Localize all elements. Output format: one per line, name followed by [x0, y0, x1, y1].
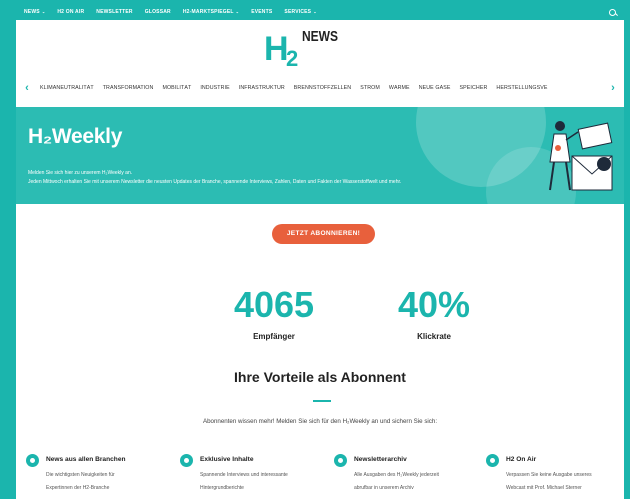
top-navigation: NEWS ⌄ H2 ON AIR NEWSLETTER GLOSSAR H2-MA… [16, 4, 624, 20]
hero-title: H₂Weekly [28, 125, 123, 148]
feature-desc: Hintergrundberichte [200, 485, 244, 491]
category-item[interactable]: HERSTELLUNGSVE [496, 85, 547, 91]
feature-desc: Spannende Interviews und interessante [200, 472, 288, 478]
star-icon [180, 454, 193, 467]
logo-h: H [264, 30, 289, 68]
nav-events[interactable]: EVENTS [251, 9, 272, 15]
benefits-subtitle: Abonnenten wissen mehr! Melden Sie sich … [202, 418, 438, 425]
site-logo[interactable]: H 2 NEWS [264, 26, 338, 71]
category-item[interactable]: STROM [360, 85, 380, 91]
category-item[interactable]: WÄRME [389, 85, 410, 91]
category-item[interactable]: TRANSFORMATION [103, 85, 154, 91]
feature-desc: Die wichtigsten Neuigkeiten für [46, 472, 115, 478]
category-item[interactable]: INDUSTRIE [200, 85, 229, 91]
nav-glossar[interactable]: GLOSSAR [145, 9, 171, 15]
category-item[interactable]: MOBILITÄT [162, 85, 191, 91]
newsletter-hero: H₂Weekly Melden Sie sich hier zu unserem… [16, 107, 624, 204]
nav-services[interactable]: SERVICES ⌄ [284, 9, 316, 15]
stat-recipients-value: 4065 [233, 284, 315, 325]
category-item[interactable]: SPEICHER [460, 85, 488, 91]
feature-title: H2 On Air [506, 456, 537, 463]
nav-news[interactable]: NEWS ⌄ [24, 9, 45, 15]
stat-clickrate-value: 40% [397, 284, 471, 325]
feature-desc: Webcast mit Prof. Michael Sterner [506, 485, 582, 491]
category-item[interactable]: NEUE GASE [419, 85, 451, 91]
feature-title: Newsletterarchiv [354, 456, 407, 463]
chevron-left-icon[interactable]: ‹ [16, 82, 38, 94]
category-bar: ‹ KLIMANEUTRALITÄT TRANSFORMATION MOBILI… [16, 80, 624, 96]
title-divider [313, 400, 331, 402]
nav-newsletter[interactable]: NEWSLETTER [96, 9, 132, 15]
drop-icon [26, 454, 39, 467]
subscribe-button[interactable]: JETZT ABONNIEREN! [272, 224, 375, 244]
mic-icon [486, 454, 499, 467]
feature-title: Exklusive Inhalte [200, 456, 254, 463]
archive-icon [334, 454, 347, 467]
feature-title: News aus allen Branchen [46, 456, 126, 463]
logo-two: 2 [286, 46, 299, 71]
hero-text-2: Jeden Mittwoch erhalten Sie mit unserem … [28, 179, 402, 185]
category-item[interactable]: BRENNSTOFFZELLEN [294, 85, 351, 91]
nav-h2-marktspiegel[interactable]: H2-MARKTSPIEGEL ⌄ [183, 9, 239, 15]
nav-h2-on-air[interactable]: H2 ON AIR [57, 9, 84, 15]
category-list: KLIMANEUTRALITÄT TRANSFORMATION MOBILITÄ… [38, 85, 602, 91]
logo-news: NEWS [302, 28, 338, 45]
feature-desc: Alle Ausgaben des H₂Weekly jederzeit [354, 472, 439, 478]
page-frame: NEWS ⌄ H2 ON AIR NEWSLETTER GLOSSAR H2-MA… [16, 4, 624, 499]
category-item[interactable]: INFRASTRUKTUR [239, 85, 285, 91]
chevron-right-icon[interactable]: › [602, 82, 624, 94]
feature-desc: Expertinnen der H2-Branche [46, 485, 110, 491]
benefits-title: Ihre Vorteile als Abonnent [234, 369, 406, 385]
feature-desc: Verpassen Sie keine Ausgabe unseres [506, 472, 592, 478]
category-item[interactable]: KLIMANEUTRALITÄT [40, 85, 94, 91]
feature-desc: abrufbar in unserem Archiv [354, 485, 414, 491]
newsletter-illustration-icon [549, 121, 613, 191]
search-icon[interactable] [609, 8, 616, 16]
hero-text-1: Melden Sie sich hier zu unserem H₂Weekly… [28, 170, 133, 176]
stat-recipients-label: Empfänger [253, 332, 295, 341]
stat-clickrate-label: Klickrate [417, 332, 451, 341]
